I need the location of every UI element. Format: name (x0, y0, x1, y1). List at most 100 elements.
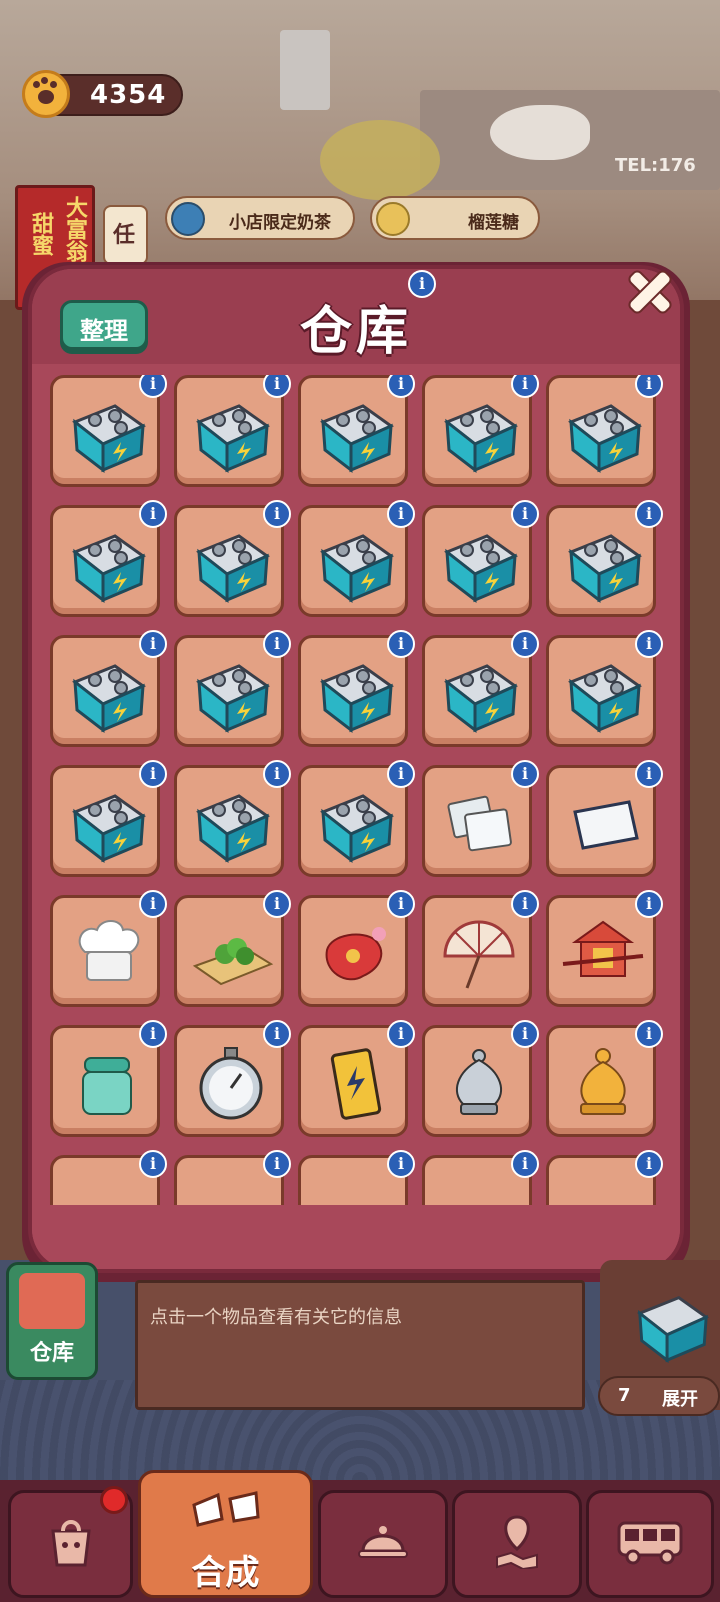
paw-coin-icon (22, 70, 70, 118)
inventory-slot[interactable]: i (298, 630, 415, 747)
energy-box-icon (444, 534, 518, 604)
info-icon[interactable]: i (635, 1020, 663, 1048)
nav-service[interactable] (318, 1490, 448, 1598)
inventory-slot[interactable]: i (422, 1020, 539, 1137)
inventory-slot[interactable]: i (422, 890, 539, 1007)
info-icon[interactable]: i (635, 630, 663, 658)
inventory-slot[interactable]: i (174, 375, 291, 487)
inventory-grid: i i i i i i i i i i i i i i i i i i i i i i i i i i i i i i i i i i i (50, 375, 680, 1205)
info-icon[interactable]: i (263, 890, 291, 918)
info-icon[interactable]: i (511, 1020, 539, 1048)
sort-button-label: 整理 (80, 317, 128, 345)
info-icon[interactable]: i (511, 760, 539, 788)
info-icon[interactable]: i (511, 500, 539, 528)
warehouse-button[interactable]: 仓库 (6, 1262, 98, 1380)
inventory-slot[interactable]: i (50, 500, 167, 617)
title-info-icon[interactable]: i (408, 270, 436, 298)
order-label: 小店限定奶茶 (229, 213, 331, 233)
inventory-slot[interactable]: i (422, 760, 539, 877)
inventory-slot[interactable]: i (174, 760, 291, 877)
info-icon[interactable]: i (511, 630, 539, 658)
inventory-slot[interactable]: i (174, 890, 291, 1007)
inventory-slot[interactable]: i (546, 760, 663, 877)
info-icon[interactable]: i (263, 630, 291, 658)
info-icon[interactable]: i (139, 1150, 167, 1178)
inventory-slot[interactable]: i (50, 630, 167, 747)
energy-box-icon (444, 404, 518, 474)
info-icon[interactable]: i (263, 500, 291, 528)
inventory-slot[interactable]: i (298, 1150, 415, 1205)
info-icon[interactable]: i (139, 760, 167, 788)
inventory-slot[interactable]: i (546, 890, 663, 1007)
inventory-slot[interactable]: i (298, 890, 415, 1007)
info-icon[interactable]: i (263, 1020, 291, 1048)
sort-button[interactable]: 整理 (60, 300, 148, 350)
info-icon[interactable]: i (635, 500, 663, 528)
inventory-slot[interactable]: i (50, 1150, 167, 1205)
info-icon[interactable]: i (635, 890, 663, 918)
info-icon[interactable]: i (387, 630, 415, 658)
info-icon[interactable]: i (387, 1150, 415, 1178)
info-icon[interactable]: i (635, 760, 663, 788)
inventory-slot[interactable]: i (546, 1020, 663, 1137)
inventory-slot[interactable]: i (422, 500, 539, 617)
inventory-slot[interactable]: i (174, 630, 291, 747)
energy-box-icon (568, 404, 642, 474)
inventory-slot[interactable]: i (174, 1020, 291, 1137)
inventory-slot[interactable]: i (422, 375, 539, 487)
info-icon[interactable]: i (635, 1150, 663, 1178)
inventory-slot[interactable]: i (298, 500, 415, 617)
energy-box-icon (196, 794, 270, 864)
inventory-slot[interactable]: i (298, 1020, 415, 1137)
info-icon[interactable]: i (511, 890, 539, 918)
gold-incense-burner-icon (580, 1048, 626, 1115)
info-icon[interactable]: i (511, 375, 539, 398)
inventory-slot[interactable]: i (422, 1150, 539, 1205)
inventory-slot[interactable]: i (50, 890, 167, 1007)
inventory-slot[interactable]: i (174, 500, 291, 617)
info-icon[interactable]: i (263, 1150, 291, 1178)
inventory-slot[interactable]: i (50, 760, 167, 877)
inventory-slot[interactable]: i (546, 1150, 663, 1205)
inventory-slot[interactable]: i (50, 375, 167, 487)
nav-bus[interactable] (586, 1490, 714, 1598)
inventory-slot[interactable]: i (298, 375, 415, 487)
info-icon[interactable]: i (387, 760, 415, 788)
energy-box-icon (196, 534, 270, 604)
info-icon[interactable]: i (139, 890, 167, 918)
herb-cutting-board-icon (192, 938, 274, 986)
inventory-slot[interactable]: i (546, 500, 663, 617)
inventory-slot[interactable]: i (546, 630, 663, 747)
order-milk-tea[interactable]: 小店限定奶茶 (165, 196, 355, 240)
inventory-slot[interactable]: i (50, 1020, 167, 1137)
item-icon (561, 1172, 647, 1205)
close-icon[interactable] (620, 262, 676, 318)
inventory-slot[interactable]: i (298, 760, 415, 877)
merge-icon (191, 1491, 260, 1527)
order-durian-candy[interactable]: 榴莲糖 (370, 196, 540, 240)
expand-label: 展开 (662, 1389, 698, 1410)
inventory-slot[interactable]: i (174, 1150, 291, 1205)
paper-umbrella-icon (443, 920, 515, 989)
info-icon[interactable]: i (139, 375, 167, 398)
info-icon[interactable]: i (263, 760, 291, 788)
info-icon[interactable]: i (387, 890, 415, 918)
expand-button[interactable]: 7 展开 (598, 1376, 720, 1416)
banner-line-1: 大富翁 (62, 196, 87, 262)
inventory-slot[interactable]: i (546, 375, 663, 487)
hint-text: 点击一个物品查看有关它的信息 (150, 1307, 402, 1328)
info-icon[interactable]: i (387, 500, 415, 528)
nav-merge[interactable]: 合成 (138, 1470, 313, 1598)
info-icon[interactable]: i (511, 1150, 539, 1178)
bus-icon (617, 1521, 683, 1565)
info-icon[interactable]: i (635, 375, 663, 398)
task-tab[interactable]: 任 (103, 205, 148, 265)
info-icon[interactable]: i (139, 1020, 167, 1048)
info-icon[interactable]: i (139, 500, 167, 528)
info-icon[interactable]: i (139, 630, 167, 658)
info-icon[interactable]: i (263, 375, 291, 398)
nav-map[interactable] (452, 1490, 582, 1598)
inventory-slot[interactable]: i (422, 630, 539, 747)
info-icon[interactable]: i (387, 375, 415, 398)
info-icon[interactable]: i (387, 1020, 415, 1048)
